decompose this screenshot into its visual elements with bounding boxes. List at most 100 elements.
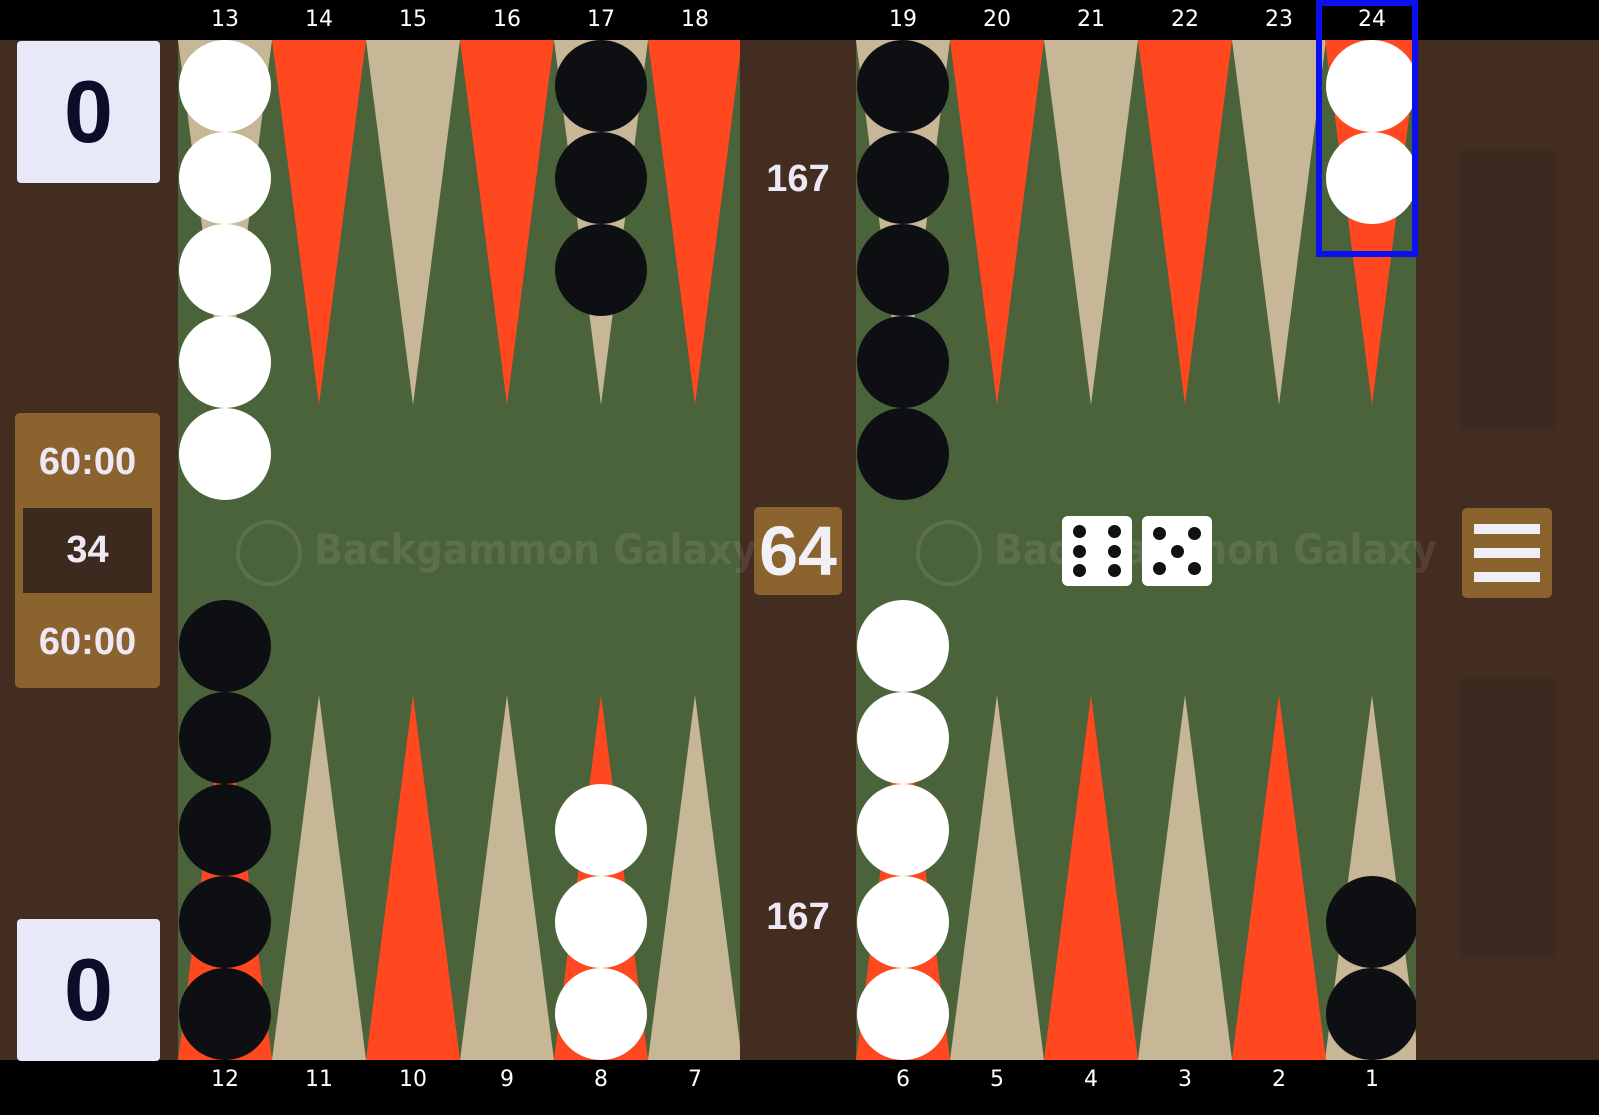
point-5[interactable] (950, 695, 1044, 1060)
black-checker-point-12[interactable] (179, 784, 271, 876)
point-number-13: 13 (211, 7, 239, 32)
die-pip (1188, 527, 1201, 540)
doubling-cube[interactable]: 64 (754, 507, 842, 595)
point-23[interactable] (1232, 40, 1326, 405)
white-checker-point-6[interactable] (857, 692, 949, 784)
point-10[interactable] (366, 695, 460, 1060)
bottom-point-numbers: 12 11 10 9 8 7 6 5 4 3 2 1 (0, 1060, 1599, 1100)
bottom-clock: 60:00 (38, 621, 137, 663)
galaxy-logo-icon (916, 519, 982, 586)
black-checker-point-12[interactable] (179, 600, 271, 692)
point-18[interactable] (648, 40, 740, 405)
white-checker-point-8[interactable] (555, 876, 647, 968)
point-2[interactable] (1232, 695, 1326, 1060)
white-checker-point-13[interactable] (179, 40, 271, 132)
black-checker-point-19[interactable] (857, 316, 949, 408)
black-checker-point-19[interactable] (857, 224, 949, 316)
hamburger-icon-line (1474, 572, 1540, 582)
point-number-8: 8 (594, 1067, 608, 1092)
black-checker-point-17[interactable] (555, 40, 647, 132)
hamburger-icon (1474, 524, 1540, 534)
die-pip (1108, 544, 1121, 558)
point-9[interactable] (460, 695, 554, 1060)
die-pip (1073, 564, 1086, 578)
black-checker-point-12[interactable] (179, 692, 271, 784)
point-number-14: 14 (305, 7, 333, 32)
black-checker-point-1[interactable] (1326, 968, 1416, 1060)
point-20[interactable] (950, 40, 1044, 405)
point-number-11: 11 (305, 1067, 333, 1092)
black-checker-point-12[interactable] (179, 968, 271, 1060)
top-pip-count: 167 (766, 158, 830, 200)
point-7[interactable] (648, 695, 740, 1060)
watermark-text: Backgammon Galaxy (994, 525, 1438, 574)
point-number-20: 20 (983, 7, 1011, 32)
point-number-12: 12 (211, 1067, 239, 1092)
white-checker-point-8[interactable] (555, 784, 647, 876)
point-21[interactable] (1044, 40, 1138, 405)
point-14[interactable] (272, 40, 366, 405)
point-number-4: 4 (1084, 1067, 1098, 1092)
point-number-6: 6 (896, 1067, 910, 1092)
white-checker-point-6[interactable] (857, 876, 949, 968)
bottom-bear-off-tray[interactable] (1460, 678, 1556, 958)
point-number-10: 10 (399, 1067, 427, 1092)
point-11[interactable] (272, 695, 366, 1060)
point-24-highlight (1316, 0, 1418, 257)
galaxy-logo-icon (236, 519, 302, 586)
die-pip (1073, 544, 1086, 558)
point-number-22: 22 (1171, 7, 1199, 32)
die-pip (1108, 524, 1121, 538)
black-checker-point-17[interactable] (555, 224, 647, 316)
point-number-21: 21 (1077, 7, 1105, 32)
black-checker-point-19[interactable] (857, 408, 949, 500)
black-checker-point-19[interactable] (857, 40, 949, 132)
point-16[interactable] (460, 40, 554, 405)
white-checker-point-6[interactable] (857, 600, 949, 692)
menu-button[interactable] (1462, 508, 1552, 598)
point-number-19: 19 (889, 7, 917, 32)
white-checker-point-13[interactable] (179, 316, 271, 408)
die-2[interactable] (1142, 516, 1212, 586)
point-number-7: 7 (688, 1067, 702, 1092)
point-number-9: 9 (500, 1067, 514, 1092)
bottom-score: 0 (17, 919, 160, 1061)
point-22[interactable] (1138, 40, 1232, 405)
white-checker-point-13[interactable] (179, 408, 271, 500)
die-pip (1153, 527, 1166, 540)
white-checker-point-6[interactable] (857, 784, 949, 876)
point-number-2: 2 (1272, 1067, 1286, 1092)
die-pip (1108, 564, 1121, 578)
point-number-3: 3 (1178, 1067, 1192, 1092)
watermark-left: Backgammon Galaxy (236, 510, 757, 590)
die-1[interactable] (1062, 516, 1132, 586)
die-pip (1153, 562, 1166, 575)
point-number-16: 16 (493, 7, 521, 32)
black-checker-point-12[interactable] (179, 876, 271, 968)
white-checker-point-13[interactable] (179, 224, 271, 316)
top-score: 0 (17, 41, 160, 183)
white-checker-point-6[interactable] (857, 968, 949, 1060)
point-number-1: 1 (1365, 1067, 1379, 1092)
white-checker-point-8[interactable] (555, 968, 647, 1060)
die-pip (1170, 544, 1184, 558)
die-pip (1188, 562, 1201, 575)
point-4[interactable] (1044, 695, 1138, 1060)
clock-panel: 60:00 34 60:00 (15, 413, 160, 688)
black-checker-point-19[interactable] (857, 132, 949, 224)
black-checker-point-17[interactable] (555, 132, 647, 224)
hamburger-icon-line (1474, 548, 1540, 558)
point-number-15: 15 (399, 7, 427, 32)
bottom-pip-count: 167 (766, 896, 830, 938)
point-15[interactable] (366, 40, 460, 405)
top-bear-off-tray[interactable] (1460, 150, 1556, 430)
match-length: 34 (23, 508, 152, 593)
point-3[interactable] (1138, 695, 1232, 1060)
point-number-18: 18 (681, 7, 709, 32)
white-checker-point-13[interactable] (179, 132, 271, 224)
top-clock: 60:00 (38, 441, 137, 483)
black-checker-point-1[interactable] (1326, 876, 1416, 968)
watermark-text: Backgammon Galaxy (314, 525, 758, 574)
point-number-23: 23 (1265, 7, 1293, 32)
point-number-17: 17 (587, 7, 615, 32)
